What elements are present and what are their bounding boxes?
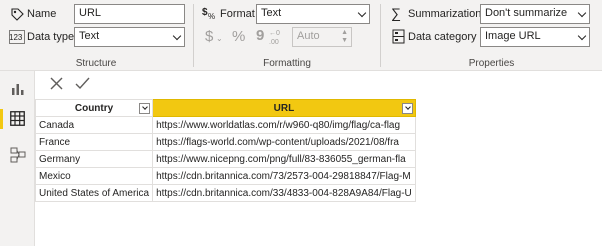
chevron-down-icon: ⌄ [216,34,223,43]
data-category-value: Image URL [485,30,541,42]
column-header-label: Country [74,102,114,114]
svg-text:%: % [208,12,215,21]
summarization-label: Summarization [408,8,482,20]
url-cell[interactable]: https://www.worldatlas.com/r/w960-q80/im… [152,116,416,134]
format-dropdown[interactable]: Text [256,4,370,24]
currency-button[interactable]: $ [205,28,213,45]
chevron-down-icon [577,8,587,18]
table-row: United States of America https://cdn.bri… [34,184,416,202]
name-label: Name [27,8,57,20]
chevron-down-icon [172,31,182,41]
data-type-value: Text [79,30,100,42]
report-view-button[interactable] [0,75,35,103]
name-tag-icon [11,8,24,21]
spinner-icon: ▲ ▼ [341,29,348,44]
country-cell[interactable]: United States of America [34,184,154,202]
summarization-dropdown[interactable]: Don't summarize [480,4,590,24]
data-category-icon [392,29,405,44]
table-row: Canada https://www.worldatlas.com/r/w960… [34,116,416,134]
sigma-icon: ∑ [391,5,401,21]
data-type-dropdown[interactable]: Text [74,27,185,47]
data-category-dropdown[interactable]: Image URL [480,27,590,47]
chevron-down-icon [357,8,367,18]
name-input[interactable]: URL [74,4,185,24]
properties-group-title: Properties [468,58,515,69]
country-cell[interactable]: Mexico [34,167,154,185]
data-type-label: Data type [27,31,75,43]
table-row: Germany https://www.nicepng.com/png/full… [34,150,416,168]
url-cell[interactable]: https://flags-world.com/wp-content/uploa… [152,133,416,151]
url-cell[interactable]: https://www.nicepng.com/png/full/83-8360… [152,150,416,168]
formatting-group: $ % Format Text $ ⌄ % 9 ←0 .00 Auto ▲ ▼ F… [194,0,380,71]
chevron-down-icon [577,31,587,41]
formatting-group-title: Formatting [263,58,311,69]
decimal-places-icon[interactable]: ←0 .00 [268,28,284,46]
column-header-label: URL [273,102,295,114]
percent-button[interactable]: % [232,28,245,45]
country-cell[interactable]: France [34,133,154,151]
decimal-places-value: Auto [297,30,320,42]
close-icon[interactable] [50,77,63,90]
comma-style-button[interactable]: 9 [256,27,264,44]
structure-group-title: Structure [75,58,117,69]
view-switcher [0,71,35,246]
structure-group: Name URL 123 Data type Text Structure [0,0,192,71]
data-type-123-icon: 123 [9,30,25,44]
decimal-places-input[interactable]: Auto ▲ ▼ [292,27,352,47]
name-input-value: URL [79,7,102,19]
data-view-button[interactable] [0,105,35,133]
properties-group: ∑ Summarization Don't summarize Data cat… [381,0,602,71]
formula-bar [35,71,602,97]
data-table: Country URL Canada https://www.worldatla… [34,99,416,202]
ribbon: Name URL 123 Data type Text Structure $ … [0,0,602,71]
format-value: Text [261,7,282,19]
summarization-value: Don't summarize [485,7,568,19]
country-cell[interactable]: Canada [34,116,154,134]
format-dollar-percent-icon: $ % [202,7,215,21]
model-relationships-icon [10,147,26,163]
filter-dropdown-icon[interactable] [139,103,151,114]
format-label: Format [220,8,255,20]
url-cell[interactable]: https://cdn.britannica.com/33/4833-004-8… [152,184,416,202]
model-view-button[interactable] [0,141,35,169]
column-header-url[interactable]: URL [152,99,416,117]
table-header-row: Country URL [34,99,416,117]
table-row: Mexico https://cdn.britannica.com/73/257… [34,167,416,185]
checkmark-icon[interactable] [75,77,90,90]
table-grid-icon [10,111,25,126]
filter-dropdown-icon[interactable] [401,103,413,114]
svg-text:123: 123 [9,33,23,42]
bar-chart-icon [12,84,24,95]
data-category-label: Data category [408,31,477,43]
country-cell[interactable]: Germany [34,150,154,168]
table-row: France https://flags-world.com/wp-conten… [34,133,416,151]
svg-text:.00: .00 [269,39,279,46]
url-cell[interactable]: https://cdn.britannica.com/73/2573-004-2… [152,167,416,185]
column-header-country[interactable]: Country [34,99,154,117]
svg-text:←0: ←0 [269,30,280,37]
